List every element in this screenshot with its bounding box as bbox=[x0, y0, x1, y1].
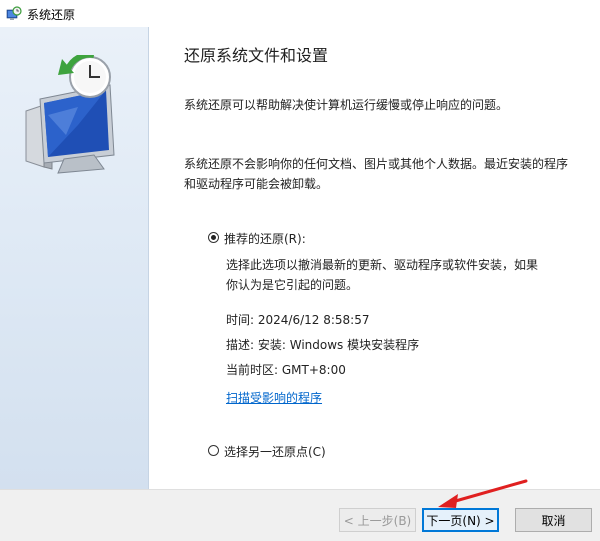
note-text: 系统还原不会影响你的任何文档、图片或其他个人数据。最近安装的程序和驱动程序可能会… bbox=[184, 157, 569, 191]
recommended-restore-radio[interactable] bbox=[208, 232, 219, 243]
window-title: 系统还原 bbox=[27, 8, 76, 22]
restore-time: 时间: 2024/6/12 8:58:57 bbox=[226, 313, 370, 327]
title-bar: 系统还原 bbox=[0, 0, 600, 27]
restore-description: 描述: 安装: Windows 模块安装程序 bbox=[226, 338, 420, 352]
intro-text: 系统还原可以帮助解决使计算机运行缓慢或停止响应的问题。 bbox=[184, 98, 509, 112]
restore-computer-illustration bbox=[25, 55, 115, 174]
sidebar-panel bbox=[0, 27, 149, 489]
main-content: 还原系统文件和设置 系统还原可以帮助解决使计算机运行缓慢或停止响应的问题。 系统… bbox=[149, 27, 600, 489]
scan-affected-programs-link[interactable]: 扫描受影响的程序 bbox=[226, 389, 322, 406]
page-title: 还原系统文件和设置 bbox=[184, 46, 329, 65]
button-bar: < 上一步(B) 下一页(N) > 取消 bbox=[0, 489, 600, 541]
recommended-description: 选择此选项以撤消最新的更新、驱动程序或软件安装，如果你认为是它引起的问题。 bbox=[226, 258, 539, 292]
current-timezone: 当前时区: GMT+8:00 bbox=[226, 363, 346, 377]
choose-other-restore-point-label[interactable]: 选择另一还原点(C) bbox=[224, 443, 326, 460]
back-button[interactable]: < 上一步(B) bbox=[339, 508, 416, 532]
recommended-restore-label[interactable]: 推荐的还原(R): bbox=[224, 230, 306, 247]
choose-other-restore-point-radio[interactable] bbox=[208, 445, 219, 456]
system-restore-icon bbox=[6, 6, 22, 20]
cancel-button[interactable]: 取消 bbox=[515, 508, 592, 532]
next-button[interactable]: 下一页(N) > bbox=[422, 508, 499, 532]
